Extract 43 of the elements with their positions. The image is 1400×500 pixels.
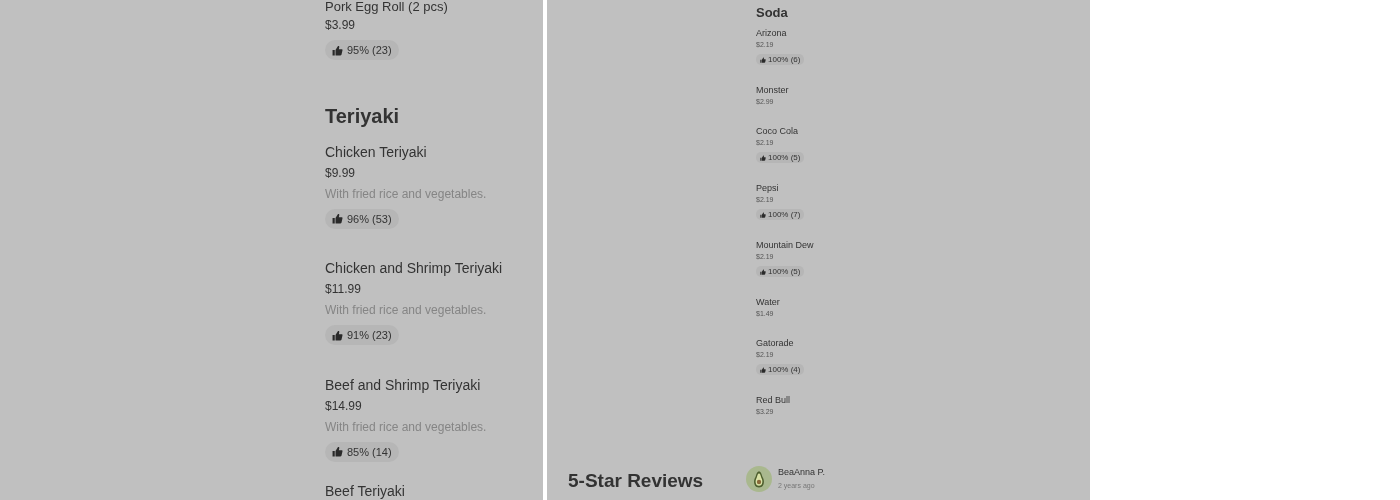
- item-name: Chicken Teriyaki: [325, 142, 428, 162]
- rating-badge: 95% (23): [325, 40, 399, 60]
- thumbs-up-icon: [332, 44, 343, 56]
- rating-badge: 96% (53): [325, 208, 399, 229]
- thumbs-up-icon: [332, 329, 343, 341]
- item-description: With fried rice and vegetables.: [325, 185, 488, 203]
- section-heading: Soda: [756, 5, 789, 21]
- item-name: Beef Teriyaki: [325, 484, 406, 498]
- rating-badge: 100% (5): [756, 152, 805, 163]
- item-price: $11.99: [325, 281, 362, 298]
- rating-badge: 85% (14): [325, 441, 399, 462]
- item-name: Coco Cola: [756, 125, 800, 137]
- thumbs-up-icon: [760, 56, 766, 63]
- rating-badge: 100% (4): [756, 364, 805, 375]
- item-price: $14.99: [325, 397, 363, 415]
- thumbs-up-icon: [760, 366, 766, 373]
- item-description: With fried rice and vegetables.: [325, 302, 488, 319]
- reviewer-name: BeaAnna P.: [778, 466, 825, 478]
- item-name: Mountain Dew: [756, 239, 815, 251]
- reviews-heading: 5-Star Reviews: [568, 469, 705, 493]
- rating-badge: 100% (5): [756, 266, 805, 277]
- item-name: Arizona: [756, 27, 788, 39]
- item-name: Chicken and Shrimp Teriyaki: [325, 259, 504, 278]
- item-name: Gatorade: [756, 337, 795, 349]
- thumbs-up-icon: [760, 211, 766, 218]
- thumbs-up-icon: [332, 446, 343, 457]
- item-name: Water: [756, 296, 781, 308]
- thumbs-up-icon: [332, 213, 343, 224]
- item-name: Pepsi: [756, 182, 780, 194]
- item-price: $9.99: [325, 164, 357, 182]
- item-name: Pork Egg Roll (2 pcs): [325, 0, 449, 14]
- section-heading: Teriyaki: [325, 103, 401, 129]
- avocado-icon: [753, 470, 765, 488]
- item-name: Monster: [756, 84, 790, 96]
- item-name: Beef and Shrimp Teriyaki: [325, 375, 482, 395]
- item-description: With fried rice and vegetables.: [325, 418, 488, 436]
- thumbs-up-icon: [760, 268, 766, 275]
- rating-badge: 100% (7): [756, 209, 805, 220]
- item-name: Red Bull: [756, 394, 792, 406]
- rating-badge: 91% (23): [325, 325, 399, 345]
- item-price: $3.99: [325, 17, 357, 34]
- thumbs-up-icon: [760, 154, 766, 161]
- rating-badge: 100% (6): [756, 54, 805, 65]
